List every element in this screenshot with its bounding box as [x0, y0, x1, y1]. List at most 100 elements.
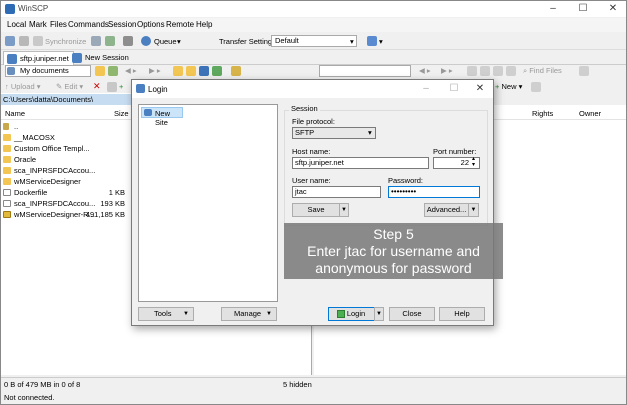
password-input[interactable]: ••••••••• — [388, 186, 480, 198]
remote-more-icon[interactable] — [531, 82, 541, 92]
tree-item-new-site[interactable]: New Site — [141, 107, 183, 127]
tab-label: New Session — [85, 53, 129, 62]
list-item[interactable]: sca_INPRSFDCAccou... — [3, 165, 128, 176]
terminal-icon[interactable] — [105, 36, 115, 46]
transfer-settings-select[interactable]: Default — [271, 35, 357, 47]
login-title: Login — [148, 85, 168, 94]
save-button[interactable]: Save — [292, 203, 340, 217]
forward-icon[interactable]: ▶ ▸ — [149, 66, 161, 75]
port-stepper-icon[interactable]: ▴ ▾ — [472, 156, 475, 168]
tools-button[interactable]: Tools ▼ — [138, 307, 194, 321]
menu-help[interactable]: Help — [196, 20, 212, 29]
session-dropdown-icon[interactable]: ▾ — [379, 37, 383, 46]
menu-files[interactable]: Files — [50, 20, 67, 29]
advanced-dropdown-icon[interactable]: ▼ — [468, 203, 479, 217]
home-icon[interactable] — [199, 66, 209, 76]
manage-dropdown-icon: ▼ — [266, 311, 272, 317]
console-icon[interactable] — [91, 36, 101, 46]
root-folder-icon[interactable] — [186, 66, 196, 76]
menu-commands[interactable]: Commands — [68, 20, 109, 29]
site-tree[interactable]: New Site — [138, 104, 278, 302]
remote-root-icon[interactable] — [480, 66, 490, 76]
menu-local[interactable]: Local — [7, 20, 26, 29]
documents-icon — [7, 67, 15, 75]
menu-remote[interactable]: Remote — [166, 20, 194, 29]
location-select[interactable]: My documents — [5, 65, 91, 77]
parent-folder-icon[interactable] — [173, 66, 183, 76]
close-button[interactable]: Close — [389, 307, 435, 321]
upload-button[interactable]: ↑ Upload ▾ — [5, 82, 40, 91]
edit-button[interactable]: ✎ Edit ▾ — [56, 82, 83, 91]
folder-icon — [3, 167, 11, 174]
username-input[interactable]: jtac — [292, 186, 381, 198]
file-size: 491,185 KB — [85, 210, 125, 219]
sync-browse-icon[interactable] — [19, 36, 29, 46]
title-bar: WinSCP – ☐ ✕ — [1, 1, 626, 17]
port-label: Port number: — [433, 147, 477, 156]
list-item[interactable]: Custom Office Templ... — [3, 143, 128, 154]
synchronize-icon[interactable] — [33, 36, 43, 46]
remote-back-icon[interactable]: ◀ ▸ — [419, 66, 431, 75]
menu-session[interactable]: Session — [108, 20, 136, 29]
new-session-icon — [72, 53, 82, 63]
protocol-select[interactable]: SFTP — [292, 127, 376, 139]
column-name[interactable]: Name — [5, 109, 25, 118]
login-button[interactable]: Login — [328, 307, 375, 321]
login-dropdown-icon[interactable]: ▼ — [374, 307, 384, 321]
login-label: Login — [346, 309, 366, 318]
properties-icon[interactable] — [107, 82, 117, 92]
open-folder-icon[interactable] — [95, 66, 105, 76]
list-item[interactable]: .. — [3, 121, 128, 132]
remote-parent-icon[interactable] — [467, 66, 477, 76]
list-item[interactable]: __MACOSX — [3, 132, 128, 143]
new-item-button[interactable]: + — [119, 82, 123, 91]
column-rights[interactable]: Rights — [532, 109, 553, 118]
filter-icon[interactable] — [108, 66, 118, 76]
tab-sftp-juniper[interactable]: sftp.juniper.net — [3, 51, 74, 65]
queue-button[interactable]: Queue — [154, 37, 177, 46]
manage-button[interactable]: Manage ▼ — [221, 307, 277, 321]
session-icon[interactable] — [367, 36, 377, 46]
close-icon[interactable]: ✕ — [601, 2, 625, 16]
back-icon[interactable]: ◀ ▸ — [125, 66, 137, 75]
new-label: New — [501, 82, 517, 91]
remote-filter-icon[interactable] — [579, 66, 589, 76]
maximize-icon[interactable]: ☐ — [571, 2, 595, 16]
column-size[interactable]: Size — [114, 109, 129, 118]
list-item[interactable]: Oracle — [3, 154, 128, 165]
delete-icon[interactable]: ✕ — [93, 81, 101, 92]
list-item[interactable]: wMServiceDesigner — [3, 176, 128, 187]
find-files-label: Find Files — [529, 66, 562, 75]
compare-icon[interactable] — [5, 36, 15, 46]
find-files-button[interactable]: ⌕ Find Files — [523, 66, 562, 76]
minimize-icon[interactable]: – — [541, 2, 565, 16]
remote-refresh-icon[interactable] — [506, 66, 516, 76]
synchronize-button[interactable]: Synchronize — [45, 37, 86, 46]
remote-home-icon[interactable] — [493, 66, 503, 76]
help-button[interactable]: Help — [439, 307, 485, 321]
hidden-count: 5 hidden — [283, 380, 312, 389]
connection-status: Not connected. — [4, 393, 55, 402]
instruction-overlay: Step 5 Enter jtac for username and anony… — [284, 223, 503, 279]
login-app-icon — [136, 84, 145, 93]
overlay-line-3: anonymous for password — [315, 260, 472, 276]
find-icon[interactable] — [231, 66, 241, 76]
menu-mark[interactable]: Mark — [29, 20, 47, 29]
remote-forward-icon[interactable]: ▶ ▸ — [441, 66, 453, 75]
menu-options[interactable]: Options — [137, 20, 165, 29]
tab-new-session[interactable]: New Session — [69, 51, 133, 65]
save-dropdown-icon[interactable]: ▼ — [339, 203, 349, 217]
column-owner[interactable]: Owner — [579, 109, 601, 118]
queue-dropdown-icon[interactable]: ▾ — [177, 37, 181, 46]
login-close-icon[interactable]: ✕ — [468, 82, 492, 96]
preferences-icon[interactable] — [123, 36, 133, 46]
main-toolbar: Synchronize Queue ▾ Transfer Settings De… — [1, 33, 626, 50]
queue-icon[interactable] — [141, 36, 151, 46]
tree-item-label: New Site — [155, 109, 171, 127]
tab-label: sftp.juniper.net — [20, 54, 69, 63]
advanced-button[interactable]: Advanced... — [424, 203, 469, 217]
new-button[interactable]: + New ▾ — [495, 82, 522, 91]
refresh-icon[interactable] — [212, 66, 222, 76]
remote-location-select[interactable] — [319, 65, 411, 77]
host-input[interactable]: sftp.juniper.net — [292, 157, 429, 169]
